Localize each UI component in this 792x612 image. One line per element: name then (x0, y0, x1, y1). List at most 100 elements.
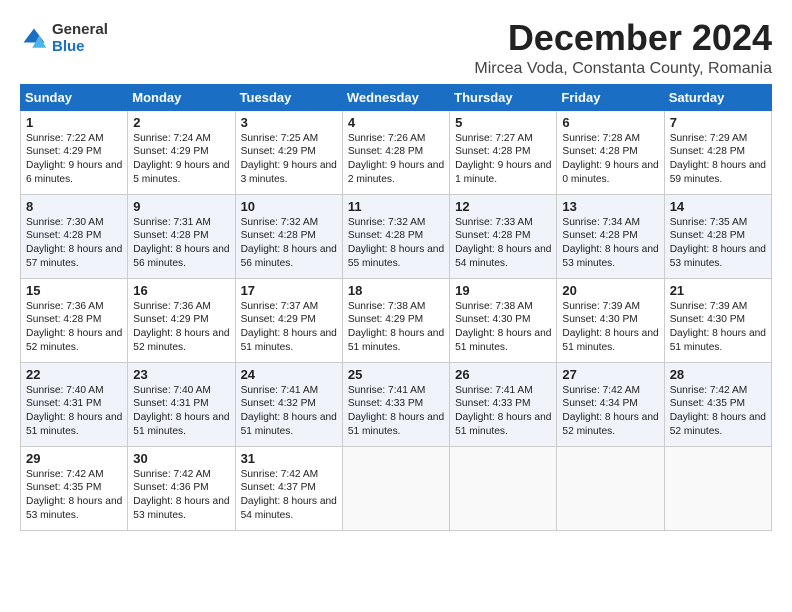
cell-info: Sunrise: 7:42 AMSunset: 4:35 PMDaylight:… (26, 469, 122, 521)
table-row: 10Sunrise: 7:32 AMSunset: 4:28 PMDayligh… (235, 194, 342, 278)
table-row: 7 Sunrise: 7:29 AMSunset: 4:28 PMDaylight… (664, 110, 771, 194)
col-saturday: Saturday (664, 84, 771, 110)
table-row: 27Sunrise: 7:42 AMSunset: 4:34 PMDayligh… (557, 362, 664, 446)
cell-info: Sunrise: 7:36 AMSunset: 4:29 PMDaylight:… (133, 301, 229, 353)
cell-info: Sunrise: 7:42 AMSunset: 4:36 PMDaylight:… (133, 469, 229, 521)
table-row: 9 Sunrise: 7:31 AMSunset: 4:28 PMDaylight… (128, 194, 235, 278)
table-row: 31 Sunrise: 7:42 AMSunset: 4:37 PMDayligh… (235, 446, 342, 530)
table-row: 13 Sunrise: 7:34 AMSunset: 4:28 PMDayligh… (557, 194, 664, 278)
table-row: 5Sunrise: 7:27 AMSunset: 4:28 PMDaylight… (450, 110, 557, 194)
cell-info: Sunrise: 7:33 AMSunset: 4:28 PMDaylight:… (455, 217, 551, 269)
cell-info: Sunrise: 7:29 AMSunset: 4:28 PMDaylight:… (670, 133, 766, 185)
day-number: 9 (133, 199, 229, 214)
month-title: December 2024 (474, 18, 772, 58)
table-row: 15Sunrise: 7:36 AMSunset: 4:28 PMDayligh… (21, 278, 128, 362)
cell-info: Sunrise: 7:22 AMSunset: 4:29 PMDaylight:… (26, 133, 122, 185)
col-tuesday: Tuesday (235, 84, 342, 110)
cell-info: Sunrise: 7:37 AMSunset: 4:29 PMDaylight:… (241, 301, 337, 353)
day-number: 7 (670, 115, 766, 130)
col-monday: Monday (128, 84, 235, 110)
day-number: 5 (455, 115, 551, 130)
day-number: 14 (670, 199, 766, 214)
table-row: 30Sunrise: 7:42 AMSunset: 4:36 PMDayligh… (128, 446, 235, 530)
calendar-table: Sunday Monday Tuesday Wednesday Thursday… (20, 84, 772, 531)
logo-icon (20, 25, 48, 53)
location-title: Mircea Voda, Constanta County, Romania (474, 60, 772, 78)
day-number: 16 (133, 283, 229, 298)
calendar-week-row: 15Sunrise: 7:36 AMSunset: 4:28 PMDayligh… (21, 278, 772, 362)
day-number: 1 (26, 115, 122, 130)
table-row: 20 Sunrise: 7:39 AMSunset: 4:30 PMDayligh… (557, 278, 664, 362)
calendar-week-row: 22 Sunrise: 7:40 AMSunset: 4:31 PMDayligh… (21, 362, 772, 446)
table-row: 3Sunrise: 7:25 AMSunset: 4:29 PMDaylight… (235, 110, 342, 194)
cell-info: Sunrise: 7:39 AMSunset: 4:30 PMDaylight:… (670, 301, 766, 353)
table-row: 12 Sunrise: 7:33 AMSunset: 4:28 PMDayligh… (450, 194, 557, 278)
cell-info: Sunrise: 7:42 AMSunset: 4:35 PMDaylight:… (670, 385, 766, 437)
table-row (557, 446, 664, 530)
day-number: 19 (455, 283, 551, 298)
day-number: 17 (241, 283, 337, 298)
day-number: 24 (241, 367, 337, 382)
day-number: 20 (562, 283, 658, 298)
day-number: 4 (348, 115, 444, 130)
day-number: 15 (26, 283, 122, 298)
table-row: 4Sunrise: 7:26 AMSunset: 4:28 PMDaylight… (342, 110, 449, 194)
day-number: 6 (562, 115, 658, 130)
header: General Blue December 2024 Mircea Voda, … (20, 18, 772, 78)
logo-general: General (52, 22, 108, 39)
day-number: 29 (26, 451, 122, 466)
table-row: 17 Sunrise: 7:37 AMSunset: 4:29 PMDayligh… (235, 278, 342, 362)
day-number: 3 (241, 115, 337, 130)
calendar-header-row: Sunday Monday Tuesday Wednesday Thursday… (21, 84, 772, 110)
table-row: 26Sunrise: 7:41 AMSunset: 4:33 PMDayligh… (450, 362, 557, 446)
cell-info: Sunrise: 7:38 AMSunset: 4:30 PMDaylight:… (455, 301, 551, 353)
cell-info: Sunrise: 7:40 AMSunset: 4:31 PMDaylight:… (133, 385, 229, 437)
day-number: 12 (455, 199, 551, 214)
table-row: 8 Sunrise: 7:30 AMSunset: 4:28 PMDaylight… (21, 194, 128, 278)
cell-info: Sunrise: 7:41 AMSunset: 4:33 PMDaylight:… (455, 385, 551, 437)
cell-info: Sunrise: 7:42 AMSunset: 4:37 PMDaylight:… (241, 469, 337, 521)
cell-info: Sunrise: 7:34 AMSunset: 4:28 PMDaylight:… (562, 217, 658, 269)
logo: General Blue (20, 22, 108, 55)
cell-info: Sunrise: 7:41 AMSunset: 4:32 PMDaylight:… (241, 385, 337, 437)
table-row: 18 Sunrise: 7:38 AMSunset: 4:29 PMDayligh… (342, 278, 449, 362)
cell-info: Sunrise: 7:24 AMSunset: 4:29 PMDaylight:… (133, 133, 229, 185)
table-row: 2 Sunrise: 7:24 AMSunset: 4:29 PMDaylight… (128, 110, 235, 194)
day-number: 8 (26, 199, 122, 214)
cell-info: Sunrise: 7:31 AMSunset: 4:28 PMDaylight:… (133, 217, 229, 269)
table-row: 6Sunrise: 7:28 AMSunset: 4:28 PMDaylight… (557, 110, 664, 194)
cell-info: Sunrise: 7:39 AMSunset: 4:30 PMDaylight:… (562, 301, 658, 353)
cell-info: Sunrise: 7:40 AMSunset: 4:31 PMDaylight:… (26, 385, 122, 437)
page: General Blue December 2024 Mircea Voda, … (0, 0, 792, 612)
col-friday: Friday (557, 84, 664, 110)
table-row (664, 446, 771, 530)
day-number: 21 (670, 283, 766, 298)
table-row: 19 Sunrise: 7:38 AMSunset: 4:30 PMDayligh… (450, 278, 557, 362)
cell-info: Sunrise: 7:38 AMSunset: 4:29 PMDaylight:… (348, 301, 444, 353)
table-row: 28Sunrise: 7:42 AMSunset: 4:35 PMDayligh… (664, 362, 771, 446)
day-number: 23 (133, 367, 229, 382)
table-row: 23 Sunrise: 7:40 AMSunset: 4:31 PMDayligh… (128, 362, 235, 446)
table-row: 22 Sunrise: 7:40 AMSunset: 4:31 PMDayligh… (21, 362, 128, 446)
day-number: 31 (241, 451, 337, 466)
calendar-week-row: 1 Sunrise: 7:22 AMSunset: 4:29 PMDaylight… (21, 110, 772, 194)
cell-info: Sunrise: 7:30 AMSunset: 4:28 PMDaylight:… (26, 217, 122, 269)
calendar-week-row: 8 Sunrise: 7:30 AMSunset: 4:28 PMDaylight… (21, 194, 772, 278)
table-row (342, 446, 449, 530)
day-number: 18 (348, 283, 444, 298)
day-number: 27 (562, 367, 658, 382)
table-row: 29 Sunrise: 7:42 AMSunset: 4:35 PMDayligh… (21, 446, 128, 530)
day-number: 10 (241, 199, 337, 214)
day-number: 11 (348, 199, 444, 214)
day-number: 25 (348, 367, 444, 382)
day-number: 13 (562, 199, 658, 214)
table-row: 16 Sunrise: 7:36 AMSunset: 4:29 PMDayligh… (128, 278, 235, 362)
col-wednesday: Wednesday (342, 84, 449, 110)
table-row: 24 Sunrise: 7:41 AMSunset: 4:32 PMDayligh… (235, 362, 342, 446)
table-row: 1 Sunrise: 7:22 AMSunset: 4:29 PMDaylight… (21, 110, 128, 194)
cell-info: Sunrise: 7:35 AMSunset: 4:28 PMDaylight:… (670, 217, 766, 269)
day-number: 22 (26, 367, 122, 382)
cell-info: Sunrise: 7:32 AMSunset: 4:28 PMDaylight:… (348, 217, 444, 269)
col-sunday: Sunday (21, 84, 128, 110)
day-number: 2 (133, 115, 229, 130)
